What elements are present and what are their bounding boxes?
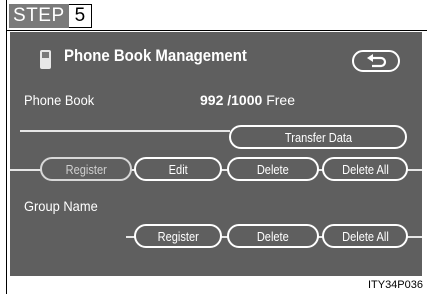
screen-title: Phone Book Management	[64, 46, 247, 65]
step-number: 5	[68, 4, 93, 28]
phone-book-label: Phone Book	[24, 92, 95, 108]
edit-button[interactable]: Edit	[134, 157, 222, 181]
group-delete-all-button[interactable]: Delete All	[322, 224, 408, 248]
group-delete-all-label: Delete All	[341, 228, 389, 244]
edit-label: Edit	[168, 161, 188, 177]
delete-all-label: Delete All	[341, 161, 389, 177]
phone-book-free-label: Free	[266, 92, 295, 108]
group-register-label: Register	[157, 228, 199, 244]
register-label: Register	[65, 161, 107, 177]
phone-icon	[40, 50, 51, 69]
delete-label: Delete	[257, 161, 289, 177]
back-arrow-icon	[367, 54, 387, 68]
step-badge: STEP 5	[9, 4, 93, 28]
group-name-label: Group Name	[24, 198, 98, 214]
group-delete-button[interactable]: Delete	[227, 224, 319, 248]
figure-caption: ITY34P036	[367, 279, 423, 291]
frame-top-border	[6, 30, 427, 31]
phone-book-count: 992 /1000 Free	[200, 92, 295, 108]
delete-button[interactable]: Delete	[227, 157, 319, 181]
back-button[interactable]	[352, 50, 400, 72]
step-word: STEP	[9, 4, 69, 28]
group-register-button[interactable]: Register	[134, 224, 222, 248]
frame-left-border	[6, 0, 7, 294]
transfer-data-label: Transfer Data	[284, 129, 352, 145]
divider	[20, 130, 230, 132]
phone-book-count-value: 992 /1000	[200, 92, 263, 108]
register-button[interactable]: Register	[40, 157, 132, 181]
transfer-data-button[interactable]: Transfer Data	[229, 125, 407, 149]
group-delete-label: Delete	[257, 228, 289, 244]
delete-all-button[interactable]: Delete All	[322, 157, 408, 181]
display-screen: Phone Book Management Phone Book 992 /10…	[10, 32, 422, 276]
